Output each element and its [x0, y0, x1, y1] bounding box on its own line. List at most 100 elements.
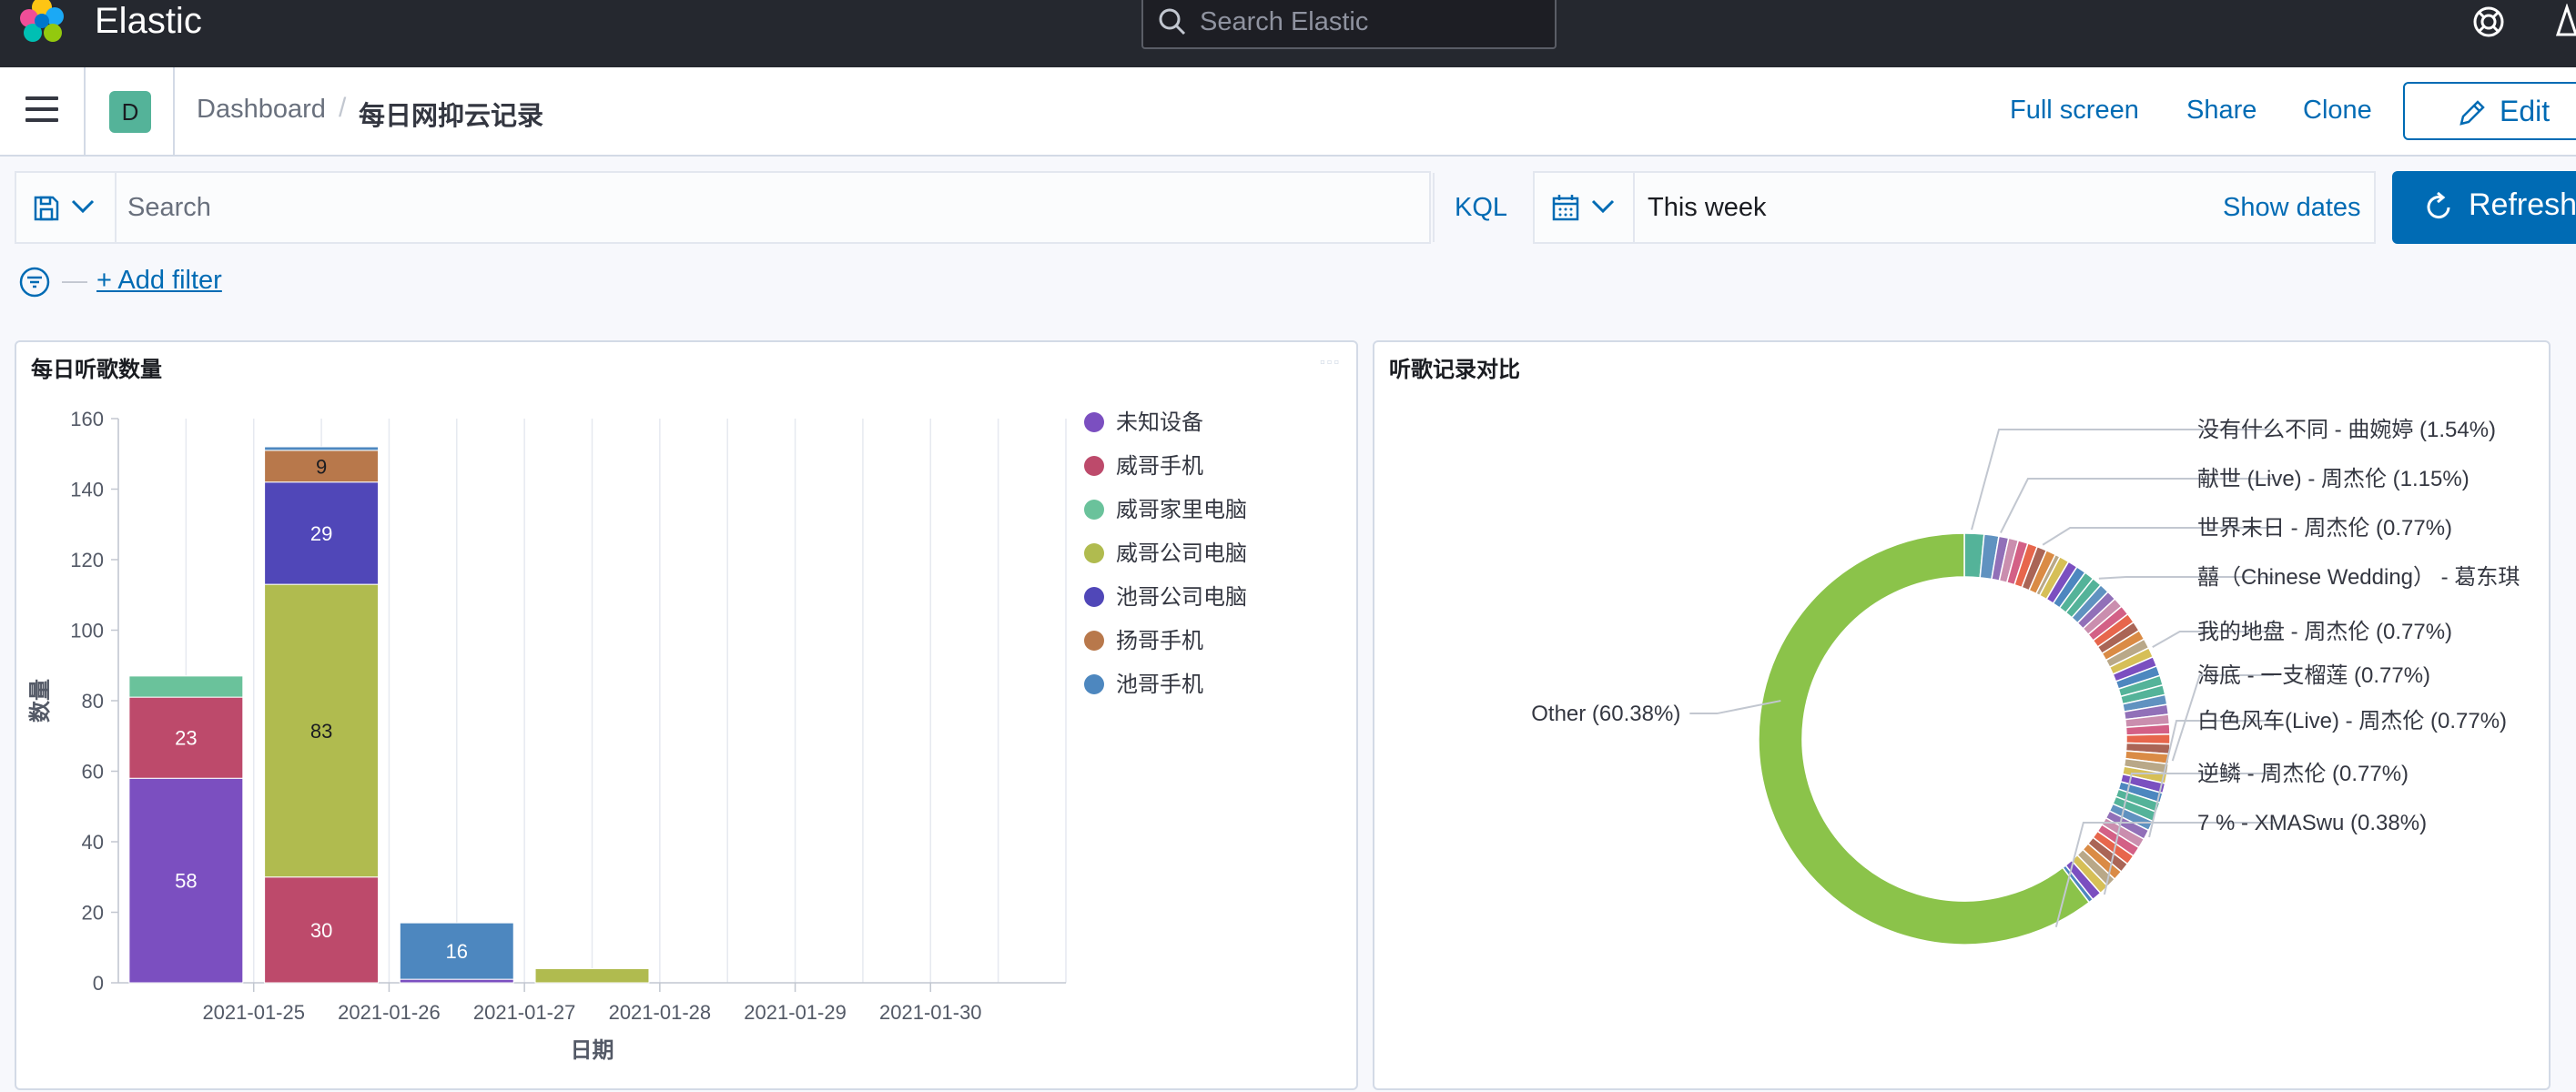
- x-tick-label: 2021-01-25: [202, 1001, 305, 1024]
- chevron-down-icon: [1591, 199, 1615, 214]
- legend-swatch: [1084, 631, 1104, 651]
- refresh-label: Refresh: [2469, 187, 2576, 222]
- y-tick-label: 80: [82, 690, 104, 713]
- save-icon: [34, 196, 59, 221]
- y-tick-label: 20: [82, 902, 104, 925]
- show-dates-link[interactable]: Show dates: [2223, 193, 2361, 223]
- bar-data-label: 9: [316, 455, 327, 478]
- x-tick-label: 2021-01-26: [338, 1001, 441, 1024]
- x-axis-title: 日期: [571, 1038, 614, 1063]
- refresh-button[interactable]: Refresh: [2392, 171, 2576, 244]
- divider: [84, 67, 86, 155]
- slice-label: 世界末日 - 周杰伦 (0.77%): [2197, 516, 2452, 541]
- date-picker: This week Show dates: [1533, 171, 2376, 244]
- global-search-placeholder: Search Elastic: [1200, 7, 1369, 36]
- menu-icon-line: [25, 107, 58, 111]
- y-tick-label: 0: [93, 972, 104, 995]
- y-axis-title: 数量: [28, 679, 53, 723]
- legend-item: 威哥手机: [1116, 454, 1203, 479]
- legend-item: 池哥公司电脑: [1116, 585, 1247, 610]
- slice-label: 我的地盘 - 周杰伦 (0.77%): [2197, 620, 2452, 644]
- legend-swatch: [1084, 500, 1104, 520]
- breadcrumb-separator: /: [339, 93, 347, 123]
- legend-item: 威哥公司电脑: [1116, 541, 1247, 566]
- y-tick-label: 100: [70, 620, 104, 642]
- top-header: Elastic Search Elastic: [0, 0, 2576, 67]
- legend-swatch: [1084, 543, 1104, 563]
- y-tick-label: 60: [82, 761, 104, 784]
- legend-swatch: [1084, 456, 1104, 476]
- time-range-value[interactable]: This week: [1648, 193, 1767, 223]
- slice-label: 献世 (Live) - 周杰伦 (1.15%): [2197, 467, 2470, 491]
- x-tick-label: 2021-01-27: [473, 1001, 576, 1024]
- pencil-icon: [2459, 100, 2485, 126]
- slice-label-other: Other (60.38%): [1531, 702, 1680, 726]
- breadcrumb-current: 每日网抑云记录: [359, 102, 544, 131]
- quick-select-button[interactable]: [1535, 173, 1635, 242]
- x-tick-label: 2021-01-28: [609, 1001, 712, 1024]
- elastic-logo[interactable]: [16, 0, 67, 46]
- y-tick-label: 140: [70, 479, 104, 501]
- x-tick-label: 2021-01-30: [879, 1001, 982, 1024]
- legend-swatch: [1084, 412, 1104, 432]
- bar-data-label: 30: [310, 919, 332, 942]
- slice-label: 白色风车(Live) - 周杰伦 (0.77%): [2197, 709, 2507, 733]
- share-link[interactable]: Share: [2186, 96, 2257, 126]
- global-search-input[interactable]: Search Elastic: [1141, 0, 1557, 49]
- slice-label: 海底 - 一支榴莲 (0.77%): [2197, 663, 2430, 688]
- breadcrumb-dashboard[interactable]: Dashboard: [197, 95, 326, 125]
- legend-item: 威哥家里电脑: [1116, 498, 1247, 522]
- query-search-input[interactable]: Search: [127, 193, 211, 223]
- space-avatar[interactable]: D: [109, 91, 151, 133]
- bar-data-label: 58: [175, 870, 197, 893]
- chevron-down-icon: [71, 199, 95, 214]
- edit-button[interactable]: Edit: [2403, 82, 2576, 140]
- filter-separator: —: [62, 266, 87, 294]
- bar-segment: [128, 675, 244, 698]
- x-tick-label: 2021-01-29: [744, 1001, 847, 1024]
- legend-item: 扬哥手机: [1116, 629, 1203, 653]
- y-tick-label: 160: [70, 408, 104, 430]
- refresh-icon: [2427, 191, 2450, 219]
- bar-segment: [264, 446, 380, 451]
- kql-label: KQL: [1455, 193, 1508, 222]
- donut-chart: 没有什么不同 - 曲婉婷 (1.54%) 献世 (Live) - 周杰伦 (1.1…: [1531, 418, 2520, 945]
- filter-icon[interactable]: [18, 266, 51, 298]
- clone-link[interactable]: Clone: [2303, 96, 2372, 126]
- legend-swatch: [1084, 587, 1104, 607]
- y-tick-label: 120: [70, 549, 104, 571]
- full-screen-link[interactable]: Full screen: [2010, 96, 2139, 126]
- calendar-icon: [1552, 195, 1579, 221]
- edit-button-label: Edit: [2500, 95, 2551, 127]
- kql-toggle-button[interactable]: KQL: [1433, 173, 1533, 242]
- divider: [173, 67, 175, 155]
- bar-chart-panel: 每日听歌数量 ▫▫▫ 0 20 40 60 80 100 120 140 160 2021-01-…: [15, 340, 1358, 1090]
- slice-label: 囍（Chinese Wedding） - 葛东琪: [2197, 565, 2520, 590]
- legend-item: 未知设备: [1116, 410, 1203, 435]
- bar-data-label: 29: [310, 522, 332, 545]
- bar-data-label: 23: [175, 727, 197, 750]
- bar-segment: [534, 968, 650, 984]
- saved-query-button[interactable]: [16, 173, 117, 242]
- query-bar: Search KQL: [15, 171, 1507, 244]
- menu-toggle-button[interactable]: [25, 96, 58, 122]
- bar-data-label: 16: [446, 940, 468, 963]
- help-icon[interactable]: [2472, 5, 2505, 38]
- user-icon[interactable]: [2556, 4, 2576, 36]
- legend-swatch: [1084, 674, 1104, 694]
- menu-icon-line: [25, 118, 58, 122]
- donut-chart-panel: 听歌记录对比 没有什么不同 - 曲婉婷 (1.54%) 献世 (Live) - 周…: [1373, 340, 2551, 1090]
- slice-label: 没有什么不同 - 曲婉婷 (1.54%): [2197, 418, 2496, 442]
- bar-segment: [399, 978, 514, 984]
- search-icon: [1159, 8, 1186, 35]
- bar-data-label: 83: [310, 720, 332, 743]
- slice-label: 7 % - XMASwu (0.38%): [2197, 811, 2427, 835]
- stacked-bar-chart: 0 20 40 60 80 100 120 140 160 2021-01-25 2021-01-2…: [28, 408, 1247, 1063]
- brand-name[interactable]: Elastic: [95, 0, 202, 42]
- menu-icon-line: [25, 96, 58, 100]
- dashboard-nav-bar: D Dashboard / 每日网抑云记录 Full screen Share …: [0, 67, 2576, 157]
- slice-label: 逆鳞 - 周杰伦 (0.77%): [2197, 762, 2409, 786]
- legend-item: 池哥手机: [1116, 672, 1203, 697]
- y-tick-label: 40: [82, 831, 104, 854]
- add-filter-link[interactable]: + Add filter: [96, 266, 222, 296]
